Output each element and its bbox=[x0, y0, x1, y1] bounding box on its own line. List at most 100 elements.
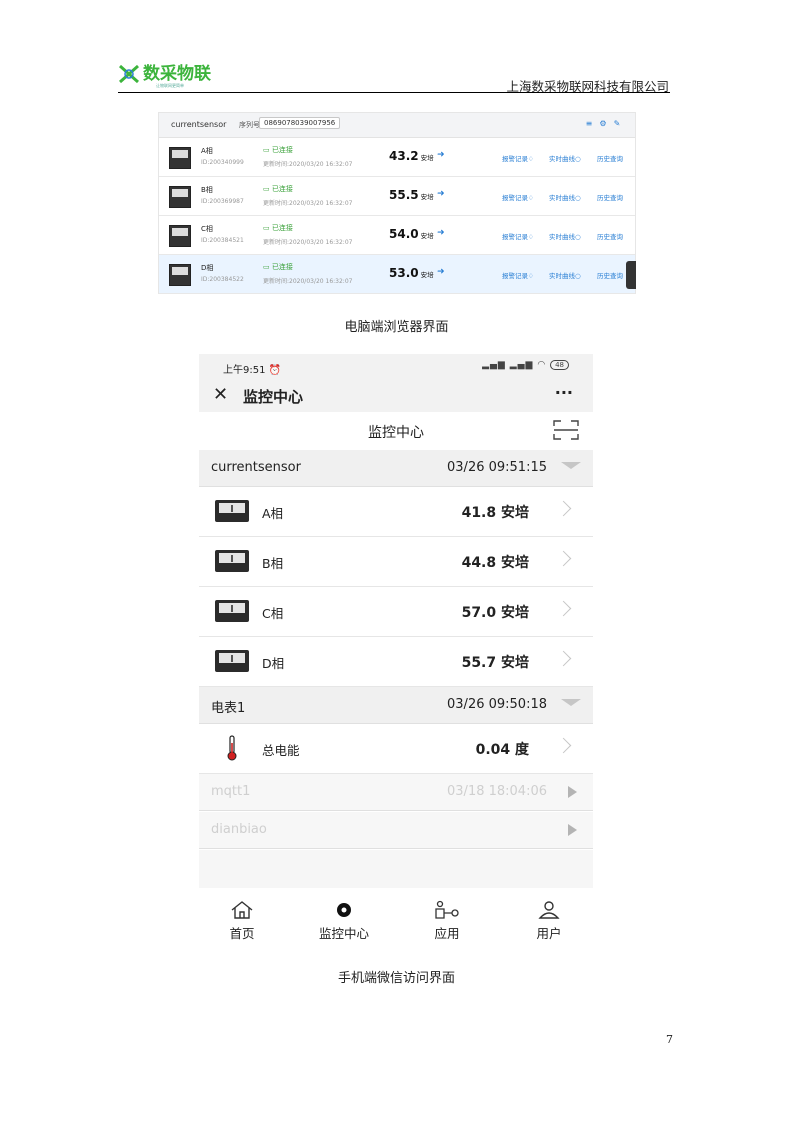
chevron-right-icon bbox=[555, 500, 572, 517]
logo-text: 数采物联 bbox=[143, 64, 211, 84]
settings-icon[interactable]: ⚙ bbox=[599, 119, 607, 128]
more-icon[interactable]: ··· bbox=[555, 383, 573, 402]
trend-arrow-icon: ➜ bbox=[437, 150, 445, 160]
group-time: 03/18 18:04:06 bbox=[447, 784, 547, 799]
phone-status-bar: 上午9:51 ⏰ ▂▄▆ ▂▄▆ ◠ 48 bbox=[199, 354, 593, 378]
desktop-device-header: currentsensor 序列号: 0869078039007956 ≡ ⚙ … bbox=[159, 113, 635, 138]
group-header-meter1[interactable]: 电表1 03/26 09:50:18 bbox=[199, 687, 593, 724]
list-item[interactable]: D相 55.7 安培 bbox=[199, 637, 593, 687]
ammeter-icon bbox=[169, 225, 191, 247]
ammeter-icon bbox=[169, 186, 191, 208]
collapse-caret-icon[interactable] bbox=[561, 699, 581, 706]
wechat-title: 监控中心 bbox=[243, 388, 304, 406]
group-name: dianbiao bbox=[211, 822, 267, 837]
logo-mark-icon bbox=[119, 64, 139, 84]
item-name: 总电能 bbox=[262, 743, 300, 758]
chevron-right-icon bbox=[555, 600, 572, 617]
group-time: 03/26 09:50:18 bbox=[447, 697, 547, 712]
header-rule bbox=[118, 92, 670, 93]
item-value: 0.04 度 bbox=[475, 742, 529, 758]
group-name: mqtt1 bbox=[211, 784, 251, 799]
tab-label: 监控中心 bbox=[318, 926, 369, 941]
ammeter-icon bbox=[215, 550, 249, 572]
scan-icon[interactable] bbox=[553, 420, 579, 440]
desktop-row-a: A相 ID:200340999 ▭ 已连接 更新时间:2020/03/20 16… bbox=[159, 138, 635, 177]
expand-arrow-icon[interactable] bbox=[568, 786, 577, 798]
channel-id: ID:200369987 bbox=[201, 198, 244, 205]
desktop-sensor-name: currentsensor bbox=[171, 120, 227, 129]
wechat-nav-bar: ✕ 监控中心 ··· bbox=[199, 378, 593, 412]
trend-arrow-icon: ➜ bbox=[437, 267, 445, 277]
edit-icon[interactable]: ✎ bbox=[613, 119, 621, 128]
history-query-link[interactable]: 历史查询 bbox=[597, 153, 623, 163]
list-item[interactable]: B相 44.8 安培 bbox=[199, 537, 593, 587]
list-item[interactable]: 总电能 0.04 度 bbox=[199, 724, 593, 774]
history-query-link[interactable]: 历史查询 bbox=[597, 231, 623, 241]
channel-id: ID:200384522 bbox=[201, 276, 244, 283]
group-name: 电表1 bbox=[211, 701, 246, 716]
chevron-right-icon bbox=[555, 737, 572, 754]
alarm-record-link[interactable]: 报警记录♢ bbox=[502, 192, 534, 202]
item-name: D相 bbox=[262, 656, 285, 671]
tab-apps[interactable]: 应用 bbox=[398, 900, 496, 942]
phone-wechat-screenshot: 上午9:51 ⏰ ▂▄▆ ▂▄▆ ◠ 48 ✕ 监控中心 ··· 监控中心 cu… bbox=[199, 354, 593, 956]
user-icon bbox=[538, 901, 560, 919]
history-query-link[interactable]: 历史查询 bbox=[597, 270, 623, 280]
channel-name: A相 bbox=[201, 147, 213, 155]
alarm-record-link[interactable]: 报警记录♢ bbox=[502, 231, 534, 241]
phone-caption: 手机端微信访问界面 bbox=[337, 971, 455, 986]
item-value: 55.7 安培 bbox=[461, 655, 529, 671]
alarm-record-link[interactable]: 报警记录♢ bbox=[502, 153, 534, 163]
tab-monitor[interactable]: 监控中心 bbox=[295, 900, 393, 942]
channel-value: 54.0 安培 bbox=[389, 227, 434, 241]
update-time: 更新时间:2020/03/20 16:32:07 bbox=[263, 278, 353, 285]
page-title-bar: 监控中心 bbox=[199, 412, 593, 451]
serial-field[interactable]: 0869078039007956 bbox=[259, 117, 341, 129]
thermometer-icon bbox=[227, 735, 237, 761]
chevron-right-icon bbox=[555, 550, 572, 567]
expand-arrow-icon[interactable] bbox=[568, 824, 577, 836]
channel-value: 43.2 安培 bbox=[389, 149, 434, 163]
item-name: C相 bbox=[262, 606, 284, 621]
group-header-dianbiao[interactable]: dianbiao bbox=[199, 812, 593, 849]
group-name: currentsensor bbox=[211, 460, 301, 475]
connection-status: ▭ 已连接 bbox=[263, 185, 293, 193]
alarm-record-link[interactable]: 报警记录♢ bbox=[502, 270, 534, 280]
channel-name: C相 bbox=[201, 225, 213, 233]
item-value: 57.0 安培 bbox=[461, 605, 529, 621]
tab-home[interactable]: 首页 bbox=[199, 900, 291, 942]
group-header-currentsensor[interactable]: currentsensor 03/26 09:51:15 bbox=[199, 450, 593, 487]
database-icon[interactable]: ≡ bbox=[585, 119, 593, 128]
list-item[interactable]: C相 57.0 安培 bbox=[199, 587, 593, 637]
signal-icon: ▂▄▆ bbox=[509, 360, 534, 370]
realtime-curve-link[interactable]: 实时曲线○ bbox=[549, 192, 581, 202]
item-name: A相 bbox=[262, 506, 284, 521]
realtime-curve-link[interactable]: 实时曲线○ bbox=[549, 231, 581, 241]
status-indicators: ▂▄▆ ▂▄▆ ◠ 48 bbox=[482, 360, 569, 370]
list-item[interactable]: A相 41.8 安培 bbox=[199, 487, 593, 537]
group-header-mqtt1[interactable]: mqtt1 03/18 18:04:06 bbox=[199, 774, 593, 811]
channel-id: ID:200384521 bbox=[201, 237, 244, 244]
ammeter-icon bbox=[215, 500, 249, 522]
channel-value: 53.0 安培 bbox=[389, 266, 434, 280]
home-icon bbox=[231, 901, 253, 919]
collapse-caret-icon[interactable] bbox=[561, 462, 581, 469]
connection-status: ▭ 已连接 bbox=[263, 146, 293, 154]
desktop-row-b: B相 ID:200369987 ▭ 已连接 更新时间:2020/03/20 16… bbox=[159, 177, 635, 216]
status-time: 上午9:51 ⏰ bbox=[223, 365, 282, 376]
realtime-curve-link[interactable]: 实时曲线○ bbox=[549, 270, 581, 280]
channel-name: D相 bbox=[201, 264, 214, 272]
ammeter-icon bbox=[169, 147, 191, 169]
desktop-browser-screenshot: currentsensor 序列号: 0869078039007956 ≡ ⚙ … bbox=[158, 112, 636, 294]
alarm-clock-icon: ⏰ bbox=[268, 365, 282, 376]
desktop-row-c: C相 ID:200384521 ▭ 已连接 更新时间:2020/03/20 16… bbox=[159, 216, 635, 255]
ammeter-icon bbox=[215, 650, 249, 672]
history-query-link[interactable]: 历史查询 bbox=[597, 192, 623, 202]
trend-arrow-icon: ➜ bbox=[437, 228, 445, 238]
side-float-tab[interactable] bbox=[626, 261, 636, 289]
tab-user[interactable]: 用户 bbox=[500, 900, 593, 942]
page-number: 7 bbox=[666, 1033, 673, 1046]
realtime-curve-link[interactable]: 实时曲线○ bbox=[549, 153, 581, 163]
item-value: 44.8 安培 bbox=[461, 555, 529, 571]
close-icon[interactable]: ✕ bbox=[213, 384, 228, 405]
